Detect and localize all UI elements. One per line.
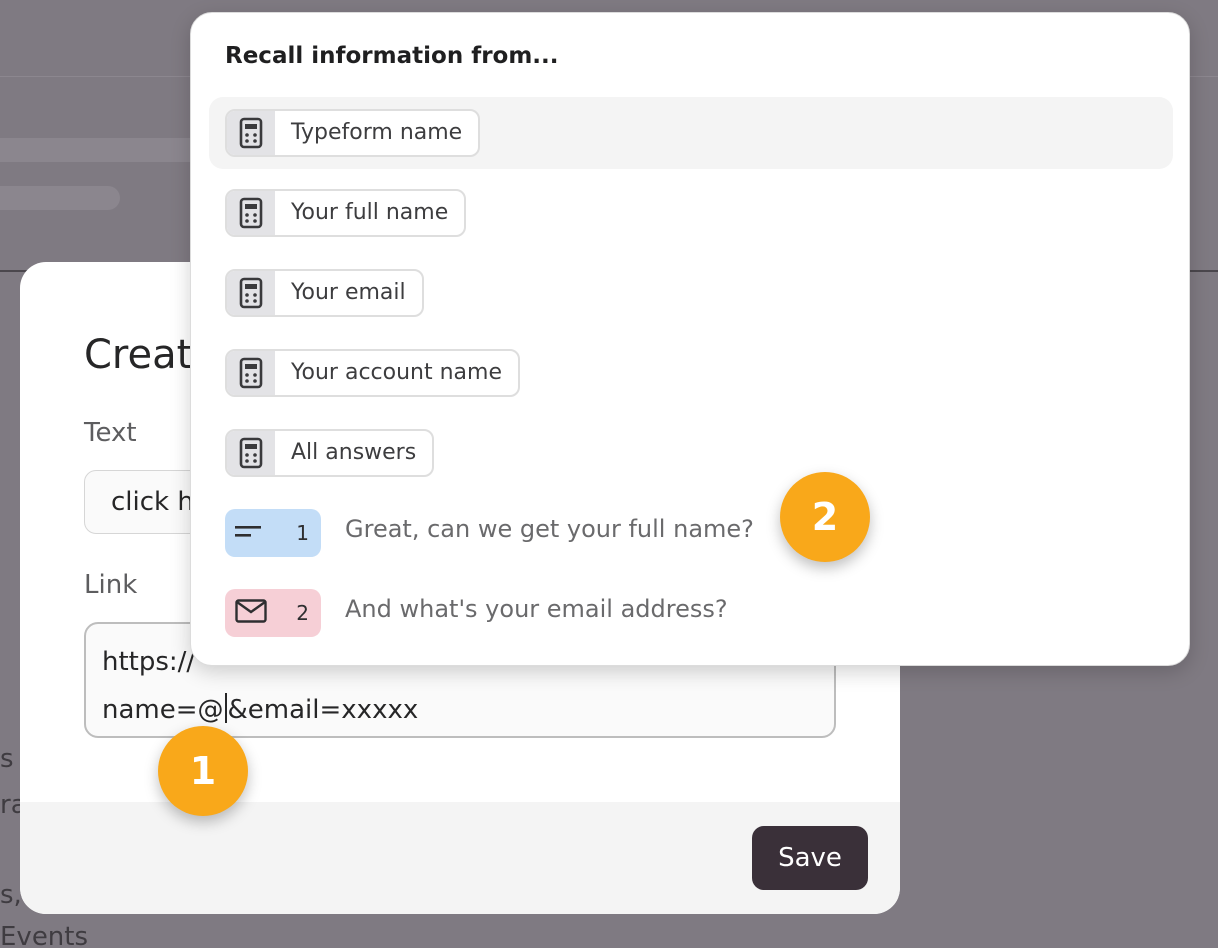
- recall-item-all-answers[interactable]: All answers: [209, 417, 1173, 489]
- variable-chip-label: Your full name: [291, 200, 449, 225]
- recall-dropdown: Recall information from... Typeform name…: [190, 12, 1190, 666]
- calculator-icon: [227, 111, 275, 155]
- question-number: 1: [296, 521, 309, 545]
- recall-item-your-email[interactable]: Your email: [209, 257, 1173, 329]
- calculator-icon: [227, 191, 275, 235]
- text-caret: [224, 693, 227, 723]
- question-number: 2: [296, 601, 309, 625]
- question-text: And what's your email address?: [345, 595, 728, 623]
- short-text-icon: [235, 524, 265, 543]
- variable-chip-label: All answers: [291, 440, 417, 465]
- step-marker-2: 2: [780, 472, 870, 562]
- variable-chip: Your full name: [225, 189, 467, 237]
- calculator-icon: [227, 431, 275, 475]
- question-text: Great, can we get your full name?: [345, 515, 754, 543]
- background-text-fragment: Events: [0, 922, 89, 948]
- variable-chip: Your email: [225, 269, 424, 317]
- save-button[interactable]: Save: [752, 826, 868, 890]
- calculator-icon: [227, 351, 275, 395]
- recall-item-question-1[interactable]: 1 Great, can we get your full name?: [209, 497, 1173, 569]
- background-text-fragment: s,: [0, 880, 22, 910]
- background-text-fragment: s: [0, 744, 14, 774]
- recall-item-typeform-name[interactable]: Typeform name: [209, 97, 1173, 169]
- recall-item-your-full-name[interactable]: Your full name: [209, 177, 1173, 249]
- recall-dropdown-title: Recall information from...: [225, 43, 559, 69]
- link-label: Link: [84, 570, 138, 600]
- variable-chip: All answers: [225, 429, 435, 477]
- variable-chip: Typeform name: [225, 109, 481, 157]
- recall-item-question-2[interactable]: 2 And what's your email address?: [209, 577, 1173, 649]
- variable-chip-label: Your account name: [291, 360, 502, 385]
- variable-chip-label: Typeform name: [291, 120, 463, 145]
- variable-chip-label: Your email: [291, 280, 406, 305]
- email-icon: [235, 599, 267, 627]
- background-placeholder-bar: [0, 186, 120, 210]
- question-badge: 1: [225, 509, 321, 557]
- text-label: Text: [84, 418, 137, 448]
- variable-chip: Your account name: [225, 349, 520, 397]
- calculator-icon: [227, 271, 275, 315]
- question-badge: 2: [225, 589, 321, 637]
- step-marker-1: 1: [158, 726, 248, 816]
- background-placeholder-bar: [0, 138, 220, 162]
- recall-item-your-account-name[interactable]: Your account name: [209, 337, 1173, 409]
- link-text-before-caret: name=@: [102, 695, 224, 725]
- link-text-after-caret: &email=xxxxx: [227, 695, 419, 725]
